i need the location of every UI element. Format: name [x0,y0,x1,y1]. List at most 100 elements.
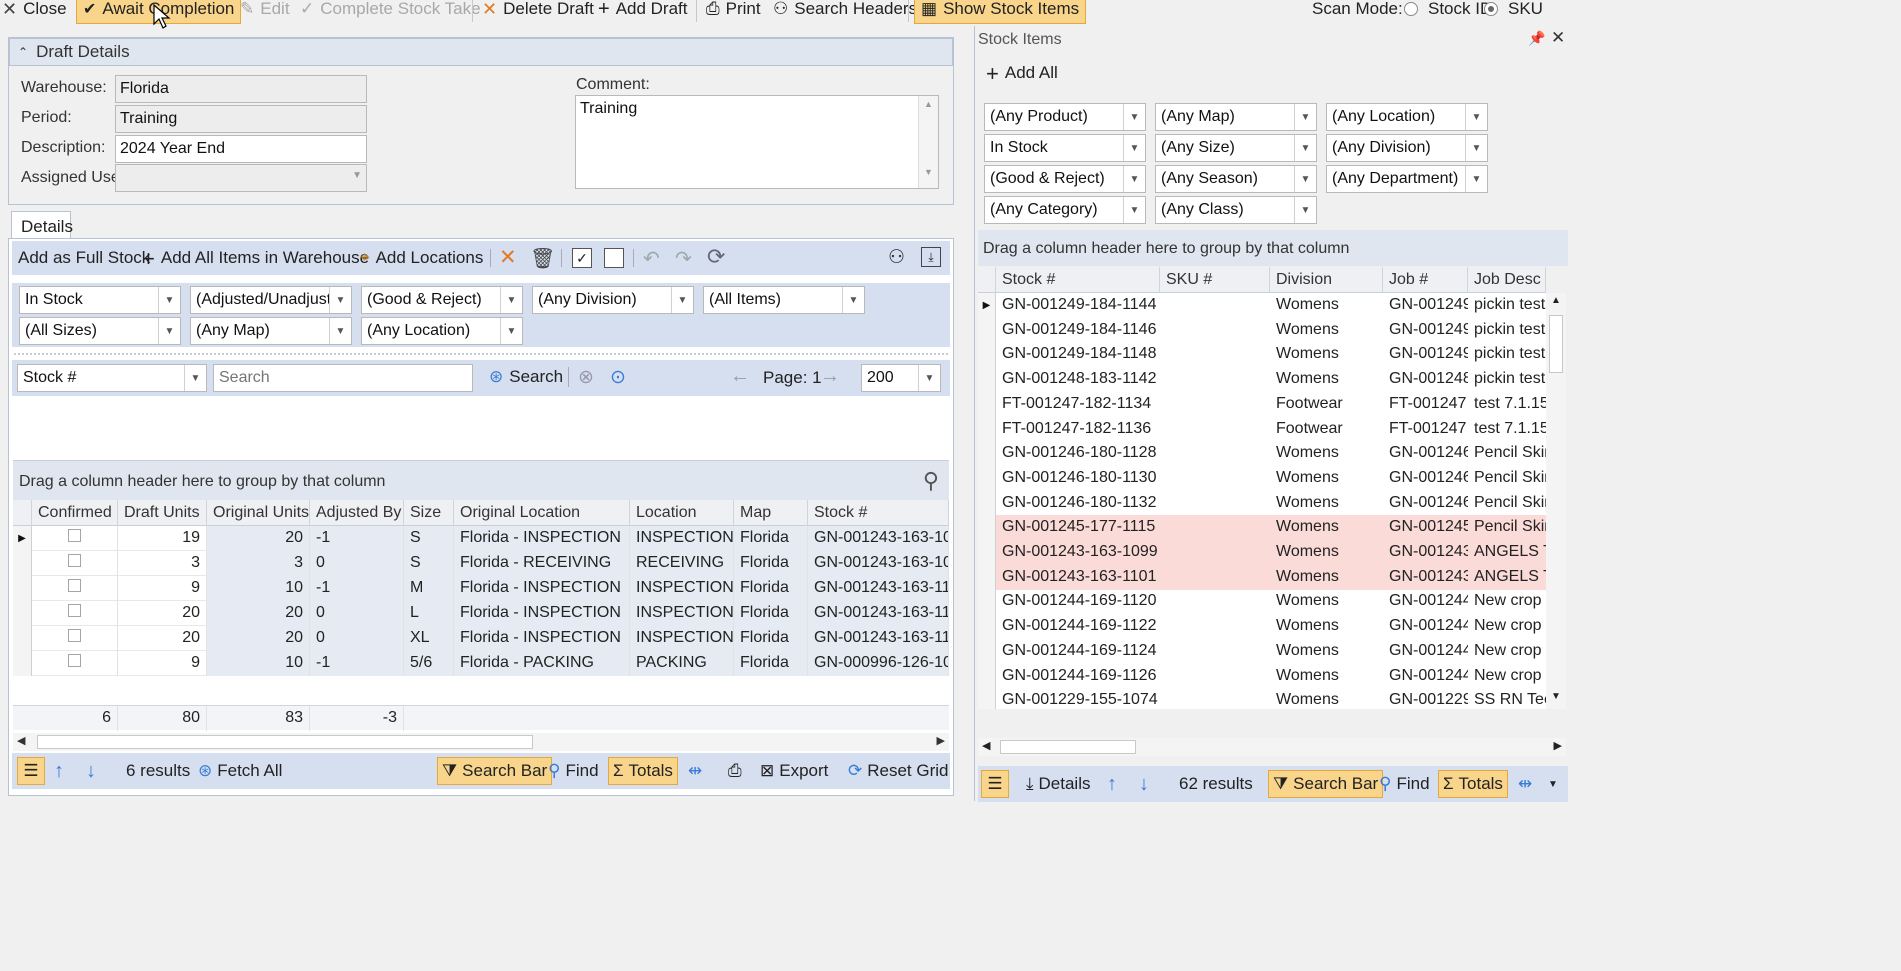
scan-stock-id-radio[interactable]: Stock ID [1404,0,1492,24]
row-indicator[interactable] [978,663,996,689]
table-row[interactable]: FT-001247-182-1136 Footwear FT-001247 test … [978,416,1546,442]
col-size[interactable]: Size [404,500,454,526]
totals-toggle[interactable]: Σ Totals [1438,770,1508,798]
filter-adjusted[interactable]: (Adjusted/Unadjust... ▼ [190,286,352,314]
magnifier-icon[interactable]: ⚲ [923,468,939,494]
col-stock-number[interactable]: Stock # [996,267,1160,293]
binoculars-icon[interactable]: ⚇ [888,246,905,269]
table-row[interactable]: 3 3 0 S Florida - RECEIVING RECEIVING Florida G… [13,551,949,576]
table-row[interactable]: GN-001246-180-1130 Womens GN-001246 Pencil … [978,465,1546,491]
table-row[interactable]: 20 20 0 XL Florida - INSPECTION INSPECTION Flo… [13,626,949,651]
checkbox[interactable] [68,529,81,542]
description-field[interactable]: 2024 Year End [115,135,367,163]
fetch-all-button[interactable]: ⊛ Fetch All [198,757,282,785]
stock-filter-select[interactable]: (Any Department) ▼ [1326,165,1488,193]
filter-location[interactable]: (Any Location) ▼ [361,317,523,345]
stock-filter-select[interactable]: (Any Season) ▼ [1155,165,1317,193]
row-indicator[interactable] [978,564,996,590]
table-row[interactable]: 20 20 0 L Florida - INSPECTION INSPECTION Flor… [13,601,949,626]
move-down-icon[interactable]: ↓ [1139,770,1149,798]
tab-details[interactable]: Details [11,211,73,239]
checkbox[interactable] [68,579,81,592]
next-page-icon[interactable]: → [820,365,840,388]
col-original-location[interactable]: Original Location [454,500,630,526]
edit-button[interactable]: ✎ Edit [240,0,290,24]
stock-filter-select[interactable]: (Any Category) ▼ [984,196,1146,224]
prev-page-icon[interactable]: ← [730,365,750,388]
stock-filter-select[interactable]: (Any Map) ▼ [1155,103,1317,131]
scroll-up-icon[interactable]: ▲ [1551,295,1561,306]
search-headers-button[interactable]: ⚇ Search Headers [773,0,917,24]
filter-map[interactable]: (Any Map) ▼ [190,317,352,345]
col-confirmed[interactable]: Confirmed [32,500,118,526]
row-indicator[interactable] [13,576,32,601]
export-button[interactable]: ⊠ Export [760,757,828,785]
stock-filter-select[interactable]: (Any Division) ▼ [1326,134,1488,162]
clear-circle-icon[interactable]: ⊗ [578,366,594,389]
draft-details-header[interactable]: ⌃ Draft Details [9,38,953,66]
delete-draft-button[interactable]: ✕ Delete Draft [482,0,594,24]
totals-toggle[interactable]: Σ Totals [608,757,678,785]
add-all-button[interactable]: + Add All [986,62,1058,84]
reset-grid-button[interactable]: ⟳ Reset Grid [848,757,949,785]
checkbox[interactable] [68,629,81,642]
details-hscrollbar[interactable]: ◀ ▶ [13,733,949,751]
scroll-thumb[interactable] [37,735,533,749]
filter-stock-status[interactable]: In Stock ▼ [19,286,181,314]
table-row[interactable]: GN-001244-169-1122 Womens GN-001244 New cro… [978,614,1546,640]
row-indicator[interactable] [13,651,32,676]
remove-x-icon[interactable]: ✕ [499,245,517,270]
confirmed-checkbox[interactable] [32,526,118,551]
col-stock-number[interactable]: Stock # [808,500,949,526]
stock-filter-select[interactable]: (Any Size) ▼ [1155,134,1317,162]
table-row[interactable]: GN-001243-163-1099 Womens GN-001243 ANGELS … [978,540,1546,565]
stock-filter-select[interactable]: (Good & Reject) ▼ [984,165,1146,193]
print-button[interactable]: ⎙ Print [706,0,761,24]
row-indicator[interactable] [978,391,996,417]
refresh-icon[interactable]: ⟳ [707,244,725,270]
row-indicator[interactable] [978,540,996,565]
table-row[interactable]: GN-001246-180-1128 Womens GN-001246 Pencil … [978,441,1546,467]
table-row[interactable]: GN-001244-169-1126 Womens GN-001244 New cro… [978,663,1546,689]
table-row[interactable]: GN-001249-184-1148 Womens GN-001249 pickin … [978,342,1546,368]
move-down-icon[interactable]: ↓ [86,757,96,785]
list-icon[interactable]: ☰ [17,757,45,785]
filter-division[interactable]: (Any Division) ▼ [532,286,694,314]
row-indicator[interactable] [13,626,32,651]
stock-filter-select[interactable]: In Stock ▼ [984,134,1146,162]
row-indicator[interactable] [978,367,996,393]
comment-textarea[interactable]: Training [575,95,939,189]
search-input[interactable] [213,364,473,392]
table-row[interactable]: GN-001245-177-1115 Womens GN-001245 Pencil … [978,515,1546,541]
row-indicator[interactable] [978,317,996,343]
stock-filter-select[interactable]: (Any Product) ▼ [984,103,1146,131]
col-location[interactable]: Location [630,500,734,526]
scroll-down-icon[interactable]: ▼ [1551,691,1561,702]
move-up-icon[interactable]: ↑ [1107,770,1117,798]
add-full-stock-button[interactable]: Add as Full Stock [18,248,150,268]
redo-icon[interactable]: ↷ [675,246,692,271]
trash-icon[interactable]: 🗑 [530,246,555,271]
filter-items[interactable]: (All Items) ▼ [703,286,865,314]
column-width-icon[interactable]: ⇹ [1518,770,1532,798]
row-indicator[interactable] [13,551,32,576]
complete-stock-take-button[interactable]: ✓ Complete Stock Take [300,0,481,24]
confirmed-checkbox[interactable] [32,601,118,626]
col-map[interactable]: Map [734,500,808,526]
col-sku-number[interactable]: SKU # [1160,267,1270,293]
close-button[interactable]: ✕ Close [2,0,67,24]
column-width-icon[interactable]: ⇹ [688,757,702,785]
splitter[interactable] [14,353,948,355]
table-row[interactable]: GN-001244-169-1124 Womens GN-001244 New cro… [978,638,1546,664]
assigned-user-select[interactable]: ▼ [115,164,367,192]
confirmed-checkbox[interactable] [32,651,118,676]
row-indicator[interactable] [978,465,996,491]
col-job-desc[interactable]: Job Desc [1468,267,1546,293]
row-indicator[interactable] [978,416,996,442]
stock-filter-select[interactable]: (Any Location) ▼ [1326,103,1488,131]
row-indicator[interactable] [978,589,996,615]
list-icon[interactable]: ☰ [981,770,1009,798]
show-stock-items-button[interactable]: ▦ Show Stock Items [914,0,1087,24]
chevron-down-icon[interactable]: ▼ [1548,770,1558,798]
filter-sizes[interactable]: (All Sizes) ▼ [19,317,181,345]
